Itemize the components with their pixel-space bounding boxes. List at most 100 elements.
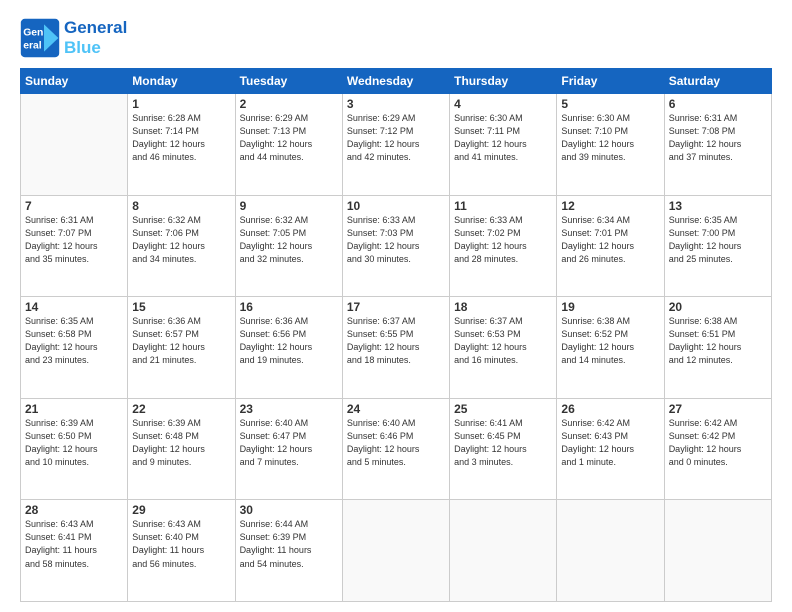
logo-blue: Blue [64,38,101,57]
weekday-header-thursday: Thursday [450,69,557,94]
calendar-cell [557,500,664,602]
day-info: Sunrise: 6:31 AM Sunset: 7:08 PM Dayligh… [669,112,767,164]
calendar-cell: 2Sunrise: 6:29 AM Sunset: 7:13 PM Daylig… [235,94,342,196]
calendar-cell [342,500,449,602]
calendar-cell: 17Sunrise: 6:37 AM Sunset: 6:55 PM Dayli… [342,297,449,399]
calendar-cell: 28Sunrise: 6:43 AM Sunset: 6:41 PM Dayli… [21,500,128,602]
day-number: 29 [132,503,230,517]
calendar-cell: 10Sunrise: 6:33 AM Sunset: 7:03 PM Dayli… [342,195,449,297]
weekday-header-monday: Monday [128,69,235,94]
day-number: 20 [669,300,767,314]
day-info: Sunrise: 6:33 AM Sunset: 7:02 PM Dayligh… [454,214,552,266]
day-number: 1 [132,97,230,111]
calendar-cell: 9Sunrise: 6:32 AM Sunset: 7:05 PM Daylig… [235,195,342,297]
day-number: 11 [454,199,552,213]
calendar-cell: 7Sunrise: 6:31 AM Sunset: 7:07 PM Daylig… [21,195,128,297]
weekday-header-sunday: Sunday [21,69,128,94]
calendar-cell: 29Sunrise: 6:43 AM Sunset: 6:40 PM Dayli… [128,500,235,602]
day-number: 5 [561,97,659,111]
calendar-cell: 8Sunrise: 6:32 AM Sunset: 7:06 PM Daylig… [128,195,235,297]
day-number: 18 [454,300,552,314]
day-number: 28 [25,503,123,517]
day-number: 24 [347,402,445,416]
day-info: Sunrise: 6:34 AM Sunset: 7:01 PM Dayligh… [561,214,659,266]
day-info: Sunrise: 6:43 AM Sunset: 6:40 PM Dayligh… [132,518,230,570]
svg-text:eral: eral [23,40,42,51]
day-info: Sunrise: 6:41 AM Sunset: 6:45 PM Dayligh… [454,417,552,469]
logo-gen: General [64,18,127,37]
day-info: Sunrise: 6:42 AM Sunset: 6:42 PM Dayligh… [669,417,767,469]
logo-svg: Gen eral General Blue [20,18,127,58]
day-info: Sunrise: 6:44 AM Sunset: 6:39 PM Dayligh… [240,518,338,570]
day-number: 6 [669,97,767,111]
calendar-cell: 1Sunrise: 6:28 AM Sunset: 7:14 PM Daylig… [128,94,235,196]
logo-wordmark: General Blue [64,18,127,57]
day-info: Sunrise: 6:38 AM Sunset: 6:51 PM Dayligh… [669,315,767,367]
week-row-2: 14Sunrise: 6:35 AM Sunset: 6:58 PM Dayli… [21,297,772,399]
day-info: Sunrise: 6:35 AM Sunset: 7:00 PM Dayligh… [669,214,767,266]
calendar-cell [21,94,128,196]
calendar-cell: 3Sunrise: 6:29 AM Sunset: 7:12 PM Daylig… [342,94,449,196]
day-number: 21 [25,402,123,416]
calendar-cell: 24Sunrise: 6:40 AM Sunset: 6:46 PM Dayli… [342,398,449,500]
day-number: 13 [669,199,767,213]
day-number: 3 [347,97,445,111]
day-number: 30 [240,503,338,517]
calendar-cell [450,500,557,602]
day-number: 10 [347,199,445,213]
day-info: Sunrise: 6:42 AM Sunset: 6:43 PM Dayligh… [561,417,659,469]
week-row-4: 28Sunrise: 6:43 AM Sunset: 6:41 PM Dayli… [21,500,772,602]
day-info: Sunrise: 6:38 AM Sunset: 6:52 PM Dayligh… [561,315,659,367]
calendar-cell: 5Sunrise: 6:30 AM Sunset: 7:10 PM Daylig… [557,94,664,196]
day-info: Sunrise: 6:40 AM Sunset: 6:46 PM Dayligh… [347,417,445,469]
weekday-header-tuesday: Tuesday [235,69,342,94]
day-info: Sunrise: 6:32 AM Sunset: 7:06 PM Dayligh… [132,214,230,266]
day-info: Sunrise: 6:32 AM Sunset: 7:05 PM Dayligh… [240,214,338,266]
day-number: 2 [240,97,338,111]
week-row-1: 7Sunrise: 6:31 AM Sunset: 7:07 PM Daylig… [21,195,772,297]
calendar-cell: 18Sunrise: 6:37 AM Sunset: 6:53 PM Dayli… [450,297,557,399]
day-number: 8 [132,199,230,213]
day-number: 25 [454,402,552,416]
calendar-cell: 23Sunrise: 6:40 AM Sunset: 6:47 PM Dayli… [235,398,342,500]
logo-icon: Gen eral [20,18,60,58]
day-info: Sunrise: 6:40 AM Sunset: 6:47 PM Dayligh… [240,417,338,469]
weekday-header-wednesday: Wednesday [342,69,449,94]
day-number: 19 [561,300,659,314]
day-number: 22 [132,402,230,416]
calendar-cell: 30Sunrise: 6:44 AM Sunset: 6:39 PM Dayli… [235,500,342,602]
day-number: 27 [669,402,767,416]
calendar-table: SundayMondayTuesdayWednesdayThursdayFrid… [20,68,772,602]
day-info: Sunrise: 6:39 AM Sunset: 6:50 PM Dayligh… [25,417,123,469]
calendar-cell: 21Sunrise: 6:39 AM Sunset: 6:50 PM Dayli… [21,398,128,500]
logo: Gen eral General Blue [20,18,127,58]
svg-text:Gen: Gen [23,28,43,39]
day-info: Sunrise: 6:29 AM Sunset: 7:13 PM Dayligh… [240,112,338,164]
day-info: Sunrise: 6:30 AM Sunset: 7:10 PM Dayligh… [561,112,659,164]
day-info: Sunrise: 6:28 AM Sunset: 7:14 PM Dayligh… [132,112,230,164]
day-info: Sunrise: 6:37 AM Sunset: 6:55 PM Dayligh… [347,315,445,367]
day-number: 16 [240,300,338,314]
day-number: 15 [132,300,230,314]
calendar-cell: 15Sunrise: 6:36 AM Sunset: 6:57 PM Dayli… [128,297,235,399]
weekday-header-saturday: Saturday [664,69,771,94]
day-number: 4 [454,97,552,111]
day-number: 17 [347,300,445,314]
calendar-cell: 4Sunrise: 6:30 AM Sunset: 7:11 PM Daylig… [450,94,557,196]
calendar-cell: 13Sunrise: 6:35 AM Sunset: 7:00 PM Dayli… [664,195,771,297]
calendar-cell: 12Sunrise: 6:34 AM Sunset: 7:01 PM Dayli… [557,195,664,297]
day-number: 12 [561,199,659,213]
weekday-header-row: SundayMondayTuesdayWednesdayThursdayFrid… [21,69,772,94]
calendar-cell: 26Sunrise: 6:42 AM Sunset: 6:43 PM Dayli… [557,398,664,500]
day-info: Sunrise: 6:30 AM Sunset: 7:11 PM Dayligh… [454,112,552,164]
day-info: Sunrise: 6:31 AM Sunset: 7:07 PM Dayligh… [25,214,123,266]
day-info: Sunrise: 6:29 AM Sunset: 7:12 PM Dayligh… [347,112,445,164]
day-number: 7 [25,199,123,213]
calendar-cell: 6Sunrise: 6:31 AM Sunset: 7:08 PM Daylig… [664,94,771,196]
day-number: 14 [25,300,123,314]
day-info: Sunrise: 6:36 AM Sunset: 6:57 PM Dayligh… [132,315,230,367]
day-info: Sunrise: 6:39 AM Sunset: 6:48 PM Dayligh… [132,417,230,469]
calendar-cell: 11Sunrise: 6:33 AM Sunset: 7:02 PM Dayli… [450,195,557,297]
calendar-cell: 14Sunrise: 6:35 AM Sunset: 6:58 PM Dayli… [21,297,128,399]
header: Gen eral General Blue [20,18,772,58]
